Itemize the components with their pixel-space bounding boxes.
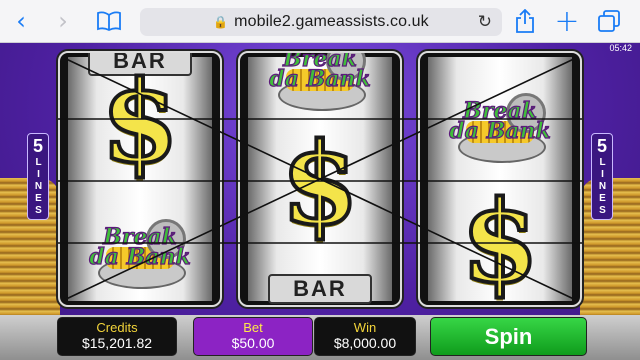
reel-2: Break da Bank $ BAR: [238, 51, 402, 307]
bar-symbol: BAR: [268, 274, 372, 304]
lines-label: LINES: [33, 157, 44, 217]
lines-count: 5: [32, 136, 43, 156]
lock-icon: 🔒: [213, 15, 229, 29]
browser-toolbar: ‹ › 🔒 mobile2.gameassists.co.uk ↻ +: [0, 0, 640, 43]
dollar-symbol: $: [99, 57, 181, 188]
break-da-bank-symbol: Break da Bank: [446, 91, 554, 163]
control-panel: Credits $15,201.82 Bet $50.00 Win $8,000…: [0, 315, 640, 360]
lines-indicator-left: 5 LINES: [27, 133, 49, 220]
bank-text-line-2: da Bank: [89, 244, 192, 270]
bet-value: $50.00: [231, 335, 275, 351]
slot-game: 05:42 5 LINES 5 LINES BAR $ Break da Bank…: [0, 43, 640, 360]
dollar-symbol: $: [279, 119, 361, 250]
chevron-right-icon[interactable]: ›: [48, 6, 78, 36]
clock-readout: 05:42: [609, 43, 632, 53]
share-icon[interactable]: [510, 6, 540, 36]
break-da-bank-symbol: Break da Bank: [86, 217, 194, 289]
spin-button[interactable]: Spin: [430, 317, 587, 356]
credits-value: $15,201.82: [81, 335, 153, 351]
lines-indicator-right: 5 LINES: [591, 133, 613, 220]
bank-text-line-2: da Bank: [269, 66, 372, 92]
bet-label: Bet: [243, 320, 263, 335]
win-display: Win $8,000.00: [314, 317, 416, 356]
plus-icon[interactable]: +: [552, 4, 582, 39]
url-text: mobile2.gameassists.co.uk: [234, 13, 429, 30]
reel-3: Break da Bank $: [418, 51, 582, 307]
reload-icon[interactable]: ↻: [478, 12, 492, 32]
credits-display: Credits $15,201.82: [57, 317, 177, 356]
break-da-bank-symbol: Break da Bank: [266, 53, 374, 111]
lines-count: 5: [596, 136, 607, 156]
book-icon[interactable]: [94, 6, 124, 36]
bet-button[interactable]: Bet $50.00: [193, 317, 313, 356]
lines-label: LINES: [597, 157, 608, 217]
credits-label: Credits: [96, 320, 138, 335]
bank-text-line-2: da Bank: [449, 118, 552, 144]
dollar-symbol: $: [459, 177, 541, 307]
tabs-icon[interactable]: [594, 6, 624, 36]
address-bar[interactable]: 🔒 mobile2.gameassists.co.uk ↻: [140, 8, 502, 36]
win-value: $8,000.00: [333, 335, 397, 351]
reel-1: BAR $ Break da Bank: [58, 51, 222, 307]
chevron-left-icon[interactable]: ‹: [6, 6, 36, 36]
win-label: Win: [353, 320, 377, 335]
